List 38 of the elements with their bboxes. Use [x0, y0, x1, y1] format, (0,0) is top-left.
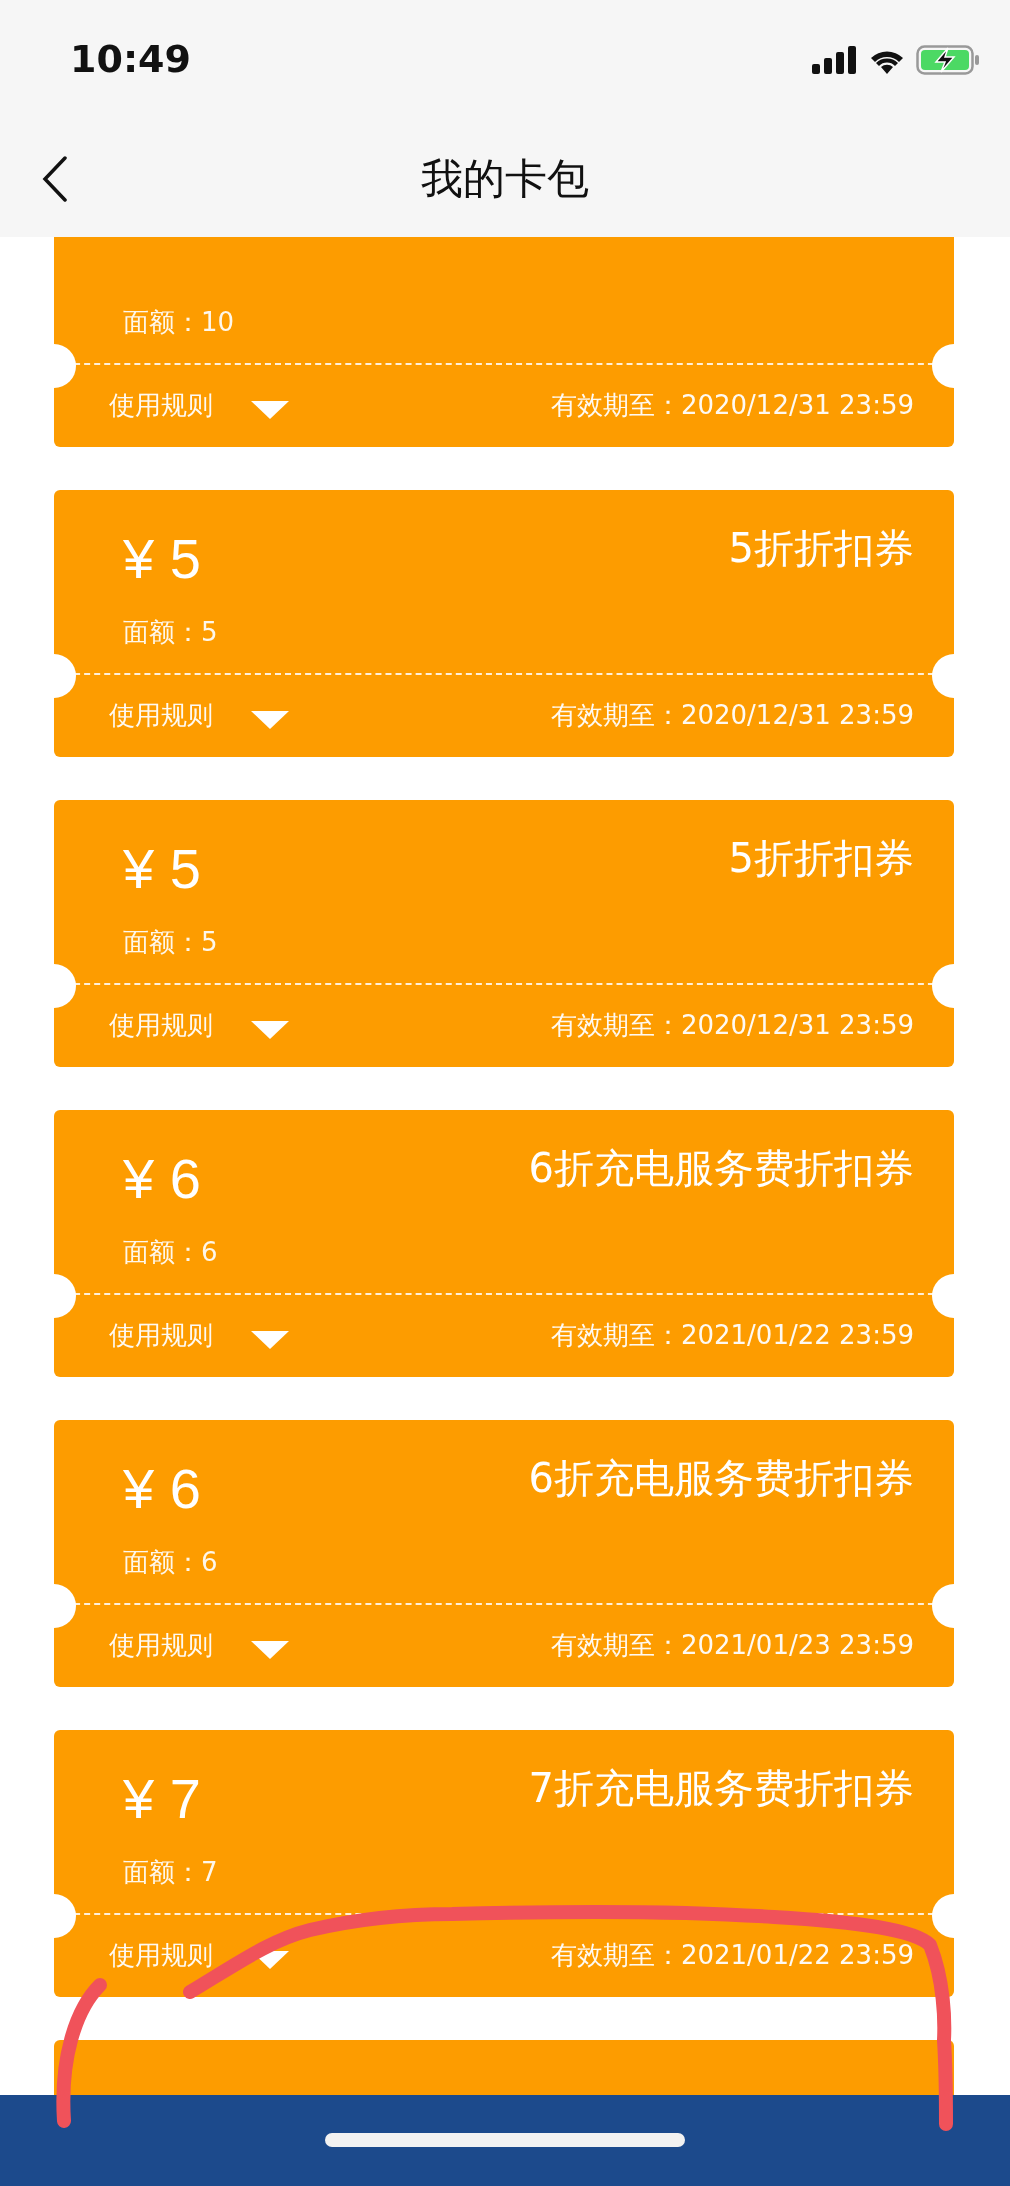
coupon-name: 5折折扣券	[728, 834, 914, 883]
face-value: 面额：6	[123, 1546, 218, 1579]
expiry-date: 有效期至：2020/12/31 23:59	[550, 698, 914, 732]
expiry-date: 有效期至：2021/01/22 23:59	[550, 1318, 914, 1352]
coupon-amount: ¥ 5	[123, 836, 202, 902]
rules-link[interactable]: 使用规则	[109, 1317, 213, 1353]
coupon-name: 6折充电服务费折扣券	[528, 1144, 914, 1193]
caret-down-icon[interactable]	[251, 1021, 289, 1039]
expiry-date: 有效期至：2020/12/31 23:59	[550, 1008, 914, 1042]
battery-charging-icon	[916, 45, 980, 75]
face-value: 面额：6	[123, 1236, 218, 1269]
rules-link[interactable]: 使用规则	[109, 1007, 213, 1043]
coupon-amount: ¥ 7	[123, 1766, 202, 1832]
coupon-amount: ¥ 6	[123, 1456, 202, 1522]
face-value: 面额：7	[123, 1856, 218, 1889]
status-time: 10:49	[70, 37, 191, 81]
coupon-name: 6折充电服务费折扣券	[528, 1454, 914, 1503]
coupon-amount: ¥ 6	[123, 1146, 202, 1212]
caret-down-icon[interactable]	[251, 401, 289, 419]
coupon-name: 5折折扣券	[728, 524, 914, 573]
rules-link[interactable]: 使用规则	[109, 1627, 213, 1663]
page-title: 我的卡包	[421, 152, 589, 205]
coupon-name: 7折充电服务费折扣券	[528, 1764, 914, 1813]
caret-down-icon[interactable]	[251, 1641, 289, 1659]
face-value: 面额：10	[123, 306, 235, 339]
rules-link[interactable]: 使用规则	[109, 697, 213, 733]
rules-link[interactable]: 使用规则	[109, 1937, 213, 1973]
back-icon[interactable]	[42, 156, 68, 202]
caret-down-icon[interactable]	[251, 1331, 289, 1349]
expiry-date: 有效期至：2021/01/22 23:59	[550, 1938, 914, 1972]
face-value: 面额：5	[123, 616, 218, 649]
rules-link[interactable]: 使用规则	[109, 387, 213, 423]
coupon-amount: ¥ 5	[123, 526, 202, 592]
signal-icon	[812, 46, 858, 74]
expiry-date: 有效期至：2021/01/23 23:59	[550, 1628, 914, 1662]
caret-down-icon[interactable]	[251, 711, 289, 729]
face-value: 面额：5	[123, 926, 218, 959]
expiry-date: 有效期至：2020/12/31 23:59	[550, 388, 914, 422]
